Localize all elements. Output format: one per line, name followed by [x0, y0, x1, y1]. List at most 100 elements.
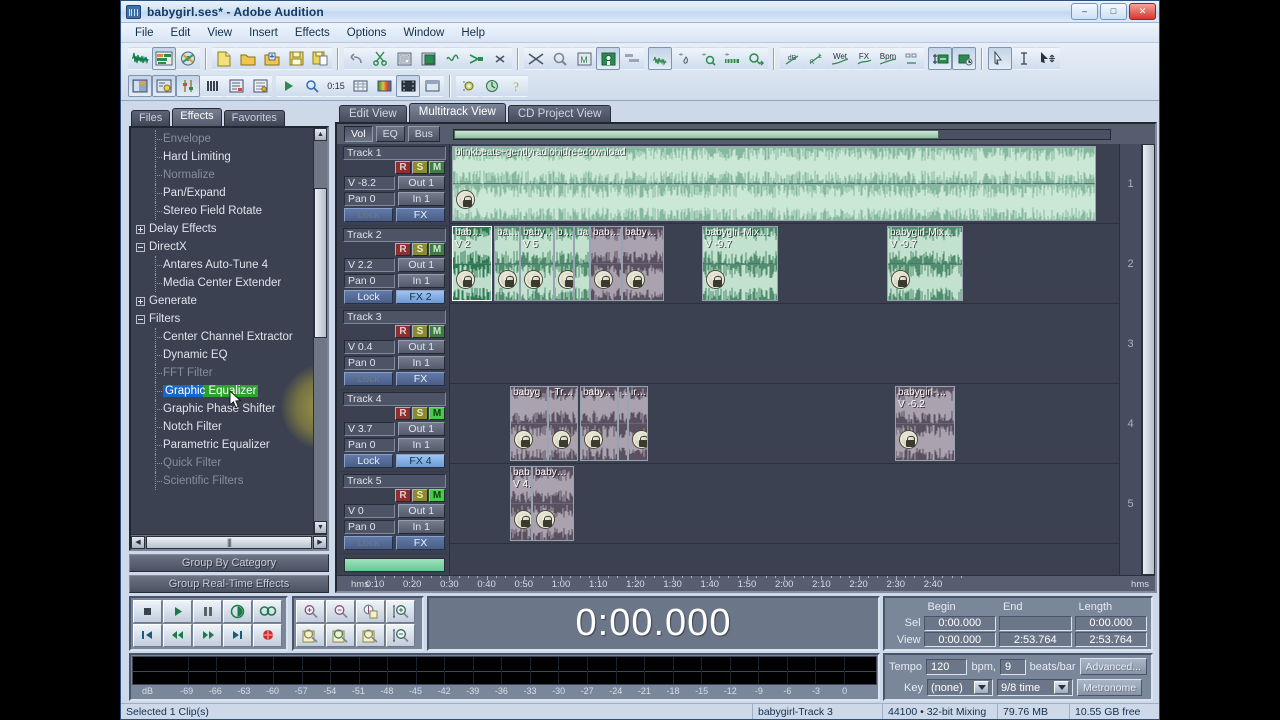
audio-clip[interactable]: babygirl-Mix…V -9.7 [887, 226, 963, 301]
sel-begin-field[interactable]: 0:00.000 [924, 616, 996, 631]
tree-item[interactable]: Dynamic EQ [135, 346, 313, 364]
effects-tree-scrollbar[interactable]: ▲ ▼ [313, 128, 327, 534]
video-icon[interactable] [396, 75, 420, 97]
snap-zero-icon[interactable] [672, 47, 696, 70]
audio-clip[interactable]: baby… [532, 466, 574, 541]
tab-files[interactable]: Files [131, 110, 170, 126]
group-by-category-button[interactable]: Group By Category [129, 554, 329, 572]
tree-item[interactable]: Quick Filter [135, 454, 313, 472]
track-lock-button[interactable]: Lock [344, 290, 393, 304]
tab-multitrack-view[interactable]: Multitrack View [409, 103, 506, 122]
track-name-field[interactable]: Track 3 [343, 310, 446, 324]
tree-item[interactable]: Delay Effects [135, 220, 313, 238]
tab-cd-project-view[interactable]: CD Project View [508, 105, 612, 122]
tree-item[interactable]: Scientific Filters [135, 472, 313, 490]
tree-item[interactable]: Media Center Extender [135, 274, 313, 292]
menu-edit[interactable]: Edit [163, 25, 199, 41]
waveform-view-icon[interactable] [128, 47, 152, 70]
rewind-button[interactable] [163, 624, 192, 647]
options-gear-icon[interactable] [456, 75, 480, 97]
time-select-tool-icon[interactable] [1012, 47, 1036, 70]
zoom-to-right-button[interactable] [356, 624, 385, 647]
track-volume-field[interactable]: V 0.4 [344, 340, 395, 354]
tree-item[interactable]: Pan/Expand [135, 184, 313, 202]
lock-icon[interactable] [553, 431, 570, 448]
tab-effects[interactable]: Effects [172, 108, 221, 126]
save-as-icon[interactable] [308, 47, 332, 70]
zoom-out-horizontal-button[interactable] [326, 600, 355, 623]
solo-button[interactable]: S [412, 489, 428, 502]
mute-button[interactable]: M [429, 325, 445, 338]
track-pan-field[interactable]: Pan 0 [344, 520, 395, 534]
track-name-field[interactable]: Track 4 [343, 392, 446, 406]
trim-icon[interactable] [464, 47, 488, 70]
record-arm-button[interactable]: R [395, 407, 411, 420]
level-meter-panel[interactable]: dB-69-66-63-60-57-54-51-48-45-42-39-36-3… [129, 653, 880, 701]
timeline-scrollbar[interactable] [453, 129, 1111, 140]
hybrid-tool-icon[interactable]: I [988, 47, 1012, 70]
track-input-button[interactable]: In 1 [398, 274, 446, 288]
track-lock-button[interactable]: Lock [344, 536, 393, 550]
time-ruler[interactable]: hms0:100:200:300:400:501:001:101:201:301… [337, 575, 1155, 591]
menu-options[interactable]: Options [339, 25, 395, 41]
lock-icon[interactable] [900, 431, 917, 448]
tree-item[interactable]: Graphic Phase Shifter [135, 400, 313, 418]
delete-icon[interactable] [488, 47, 512, 70]
track-output-button[interactable]: Out 1 [398, 258, 446, 272]
lock-icon[interactable] [499, 271, 516, 288]
sel-length-field[interactable]: 0:00.000 [1075, 616, 1147, 631]
lock-icon[interactable] [515, 511, 532, 528]
master-level-bar[interactable] [344, 558, 445, 572]
zoom-in-horizontal-button[interactable] [296, 600, 325, 623]
tempo-icon[interactable] [900, 47, 924, 70]
track-lock-button[interactable]: Lock [344, 454, 393, 468]
fast-forward-button[interactable] [193, 624, 222, 647]
go-to-beginning-button[interactable] [133, 624, 162, 647]
mute-button[interactable]: M [429, 407, 445, 420]
audio-clip[interactable]: b… [554, 226, 574, 301]
track-fx-button[interactable]: FX [396, 372, 445, 386]
track-fx-button[interactable]: FX [396, 208, 445, 222]
track-input-button[interactable]: In 1 [398, 192, 446, 206]
hscroll-thumb[interactable]: ||| [146, 536, 312, 549]
tree-expander-icon[interactable] [136, 225, 145, 234]
record-button[interactable] [253, 624, 282, 647]
close-button[interactable]: ✕ [1129, 3, 1156, 20]
menu-view[interactable]: View [199, 25, 240, 41]
record-arm-button[interactable]: R [395, 161, 411, 174]
metronome-button[interactable]: Metronome [1077, 679, 1142, 696]
tree-item[interactable]: FFT Filter [135, 364, 313, 382]
lock-icon[interactable] [457, 191, 474, 208]
audio-clip[interactable]: babygirl-…V -6.2 [895, 386, 955, 461]
undo-icon[interactable] [344, 47, 368, 70]
waveform-display[interactable]: blinkbeats+gentlyradiohitfreedownloadbab… [449, 144, 1119, 575]
tab-favorites[interactable]: Favorites [224, 110, 285, 126]
lock-icon[interactable] [559, 271, 574, 288]
tree-item[interactable]: Notch Filter [135, 418, 313, 436]
play-to-end-button[interactable] [223, 600, 252, 623]
time-panel-icon[interactable]: 0:15 [324, 75, 348, 97]
beats-per-bar-field[interactable]: 9 [1000, 659, 1026, 675]
preview-icon[interactable] [548, 47, 572, 70]
tempo-field[interactable]: 120 [926, 659, 967, 675]
placekeeper-icon[interactable] [248, 75, 272, 97]
sel-end-field[interactable] [999, 616, 1071, 631]
menu-window[interactable]: Window [395, 25, 452, 41]
track-output-button[interactable]: Out 1 [398, 422, 446, 436]
audio-clip[interactable]: bab…V 2 [452, 226, 492, 301]
find-beats-icon[interactable] [720, 47, 744, 70]
db-lr-icon[interactable]: dB [780, 47, 804, 70]
tree-expander-icon[interactable] [136, 297, 145, 306]
audio-clip[interactable]: babyg [510, 386, 548, 461]
loop-enable-icon[interactable] [928, 47, 952, 70]
save-icon[interactable] [284, 47, 308, 70]
view-begin-field[interactable]: 0:00.000 [924, 632, 996, 647]
tree-item[interactable]: Antares Auto-Tune 4 [135, 256, 313, 274]
record-arm-button[interactable]: R [395, 325, 411, 338]
audio-clip[interactable]: … [618, 386, 628, 461]
mix-paste-icon[interactable] [440, 47, 464, 70]
fx-icon[interactable]: FX [852, 47, 876, 70]
track-volume-field[interactable]: V -8.2 [344, 176, 395, 190]
copy-icon[interactable] [392, 47, 416, 70]
lock-icon[interactable] [537, 511, 554, 528]
